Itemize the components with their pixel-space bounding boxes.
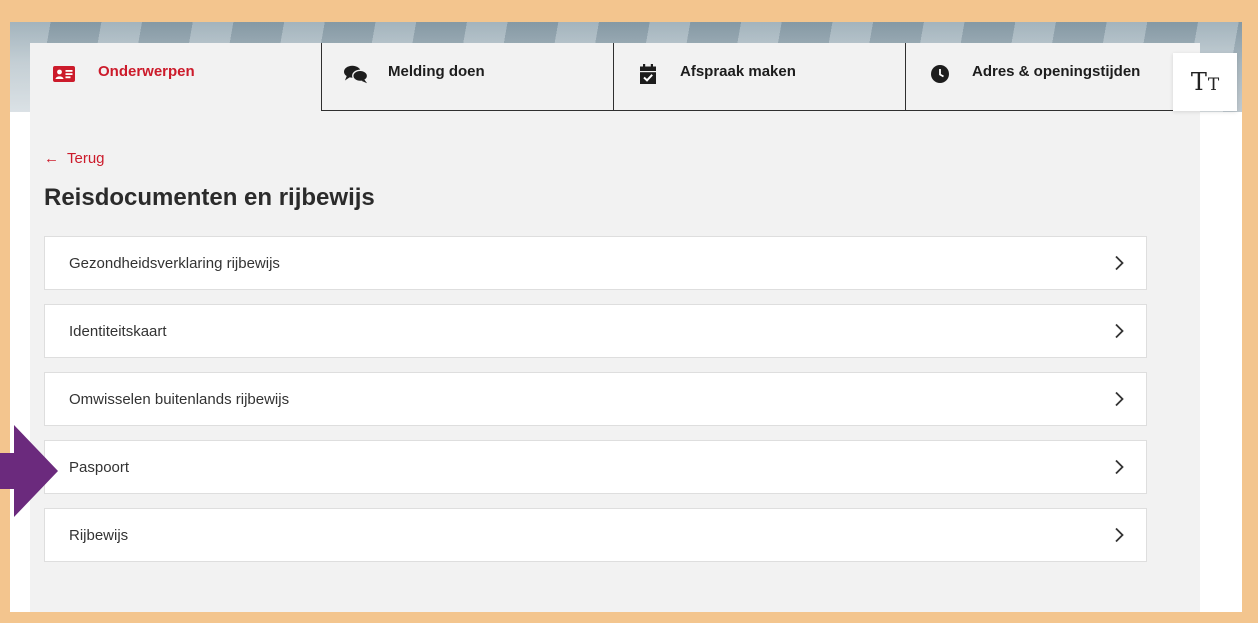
back-link[interactable]: ← Terug [44, 150, 105, 167]
tab-onderwerpen[interactable]: Onderwerpen [30, 43, 322, 111]
list-item-rijbewijs[interactable]: Rijbewijs [44, 508, 1147, 562]
list-item-identiteitskaart[interactable]: Identiteitskaart [44, 304, 1147, 358]
list-item-label: Gezondheidsverklaring rijbewijs [69, 254, 280, 272]
tab-afspraak-maken[interactable]: Afspraak maken [614, 43, 906, 111]
text-size-button[interactable]: TT [1173, 53, 1237, 111]
list-item-omwisselen-buitenlands[interactable]: Omwisselen buitenlands rijbewijs [44, 372, 1147, 426]
tab-bar: Onderwerpen Melding doen Afspraak maken … [30, 43, 1200, 111]
chevron-right-icon [1115, 391, 1124, 407]
chevron-right-icon [1115, 255, 1124, 271]
calendar-check-icon [636, 63, 660, 85]
list-item-label: Rijbewijs [69, 526, 129, 544]
page-frame: Onderwerpen Melding doen Afspraak maken … [10, 22, 1242, 612]
tab-label: Afspraak maken [680, 63, 796, 80]
tab-adres-openingstijden[interactable]: Adres & openingstijden [906, 43, 1198, 111]
chevron-right-icon [1115, 527, 1124, 543]
list-item-label: Paspoort [69, 458, 130, 476]
chevron-right-icon [1115, 323, 1124, 339]
page-title: Reisdocumenten en rijbewijs [44, 184, 375, 211]
list-item-label: Omwisselen buitenlands rijbewijs [69, 390, 290, 408]
pointer-arrow-icon [0, 425, 58, 517]
clock-icon [928, 63, 952, 85]
arrow-left-icon: ← [44, 150, 59, 167]
list-item-gezondheidsverklaring[interactable]: Gezondheidsverklaring rijbewijs [44, 236, 1147, 290]
back-label: Terug [67, 150, 105, 167]
topic-list: Gezondheidsverklaring rijbewijs Identite… [44, 236, 1147, 576]
tab-label: Onderwerpen [98, 63, 195, 80]
tab-label: Adres & openingstijden [972, 63, 1141, 80]
id-card-icon [52, 63, 76, 85]
tab-melding-doen[interactable]: Melding doen [322, 43, 614, 111]
list-item-label: Identiteitskaart [69, 322, 167, 340]
chevron-right-icon [1115, 459, 1124, 475]
list-item-paspoort[interactable]: Paspoort [44, 440, 1147, 494]
chat-bubbles-icon [344, 63, 368, 85]
tab-label: Melding doen [388, 63, 485, 80]
text-size-icon: TT [1190, 68, 1220, 96]
